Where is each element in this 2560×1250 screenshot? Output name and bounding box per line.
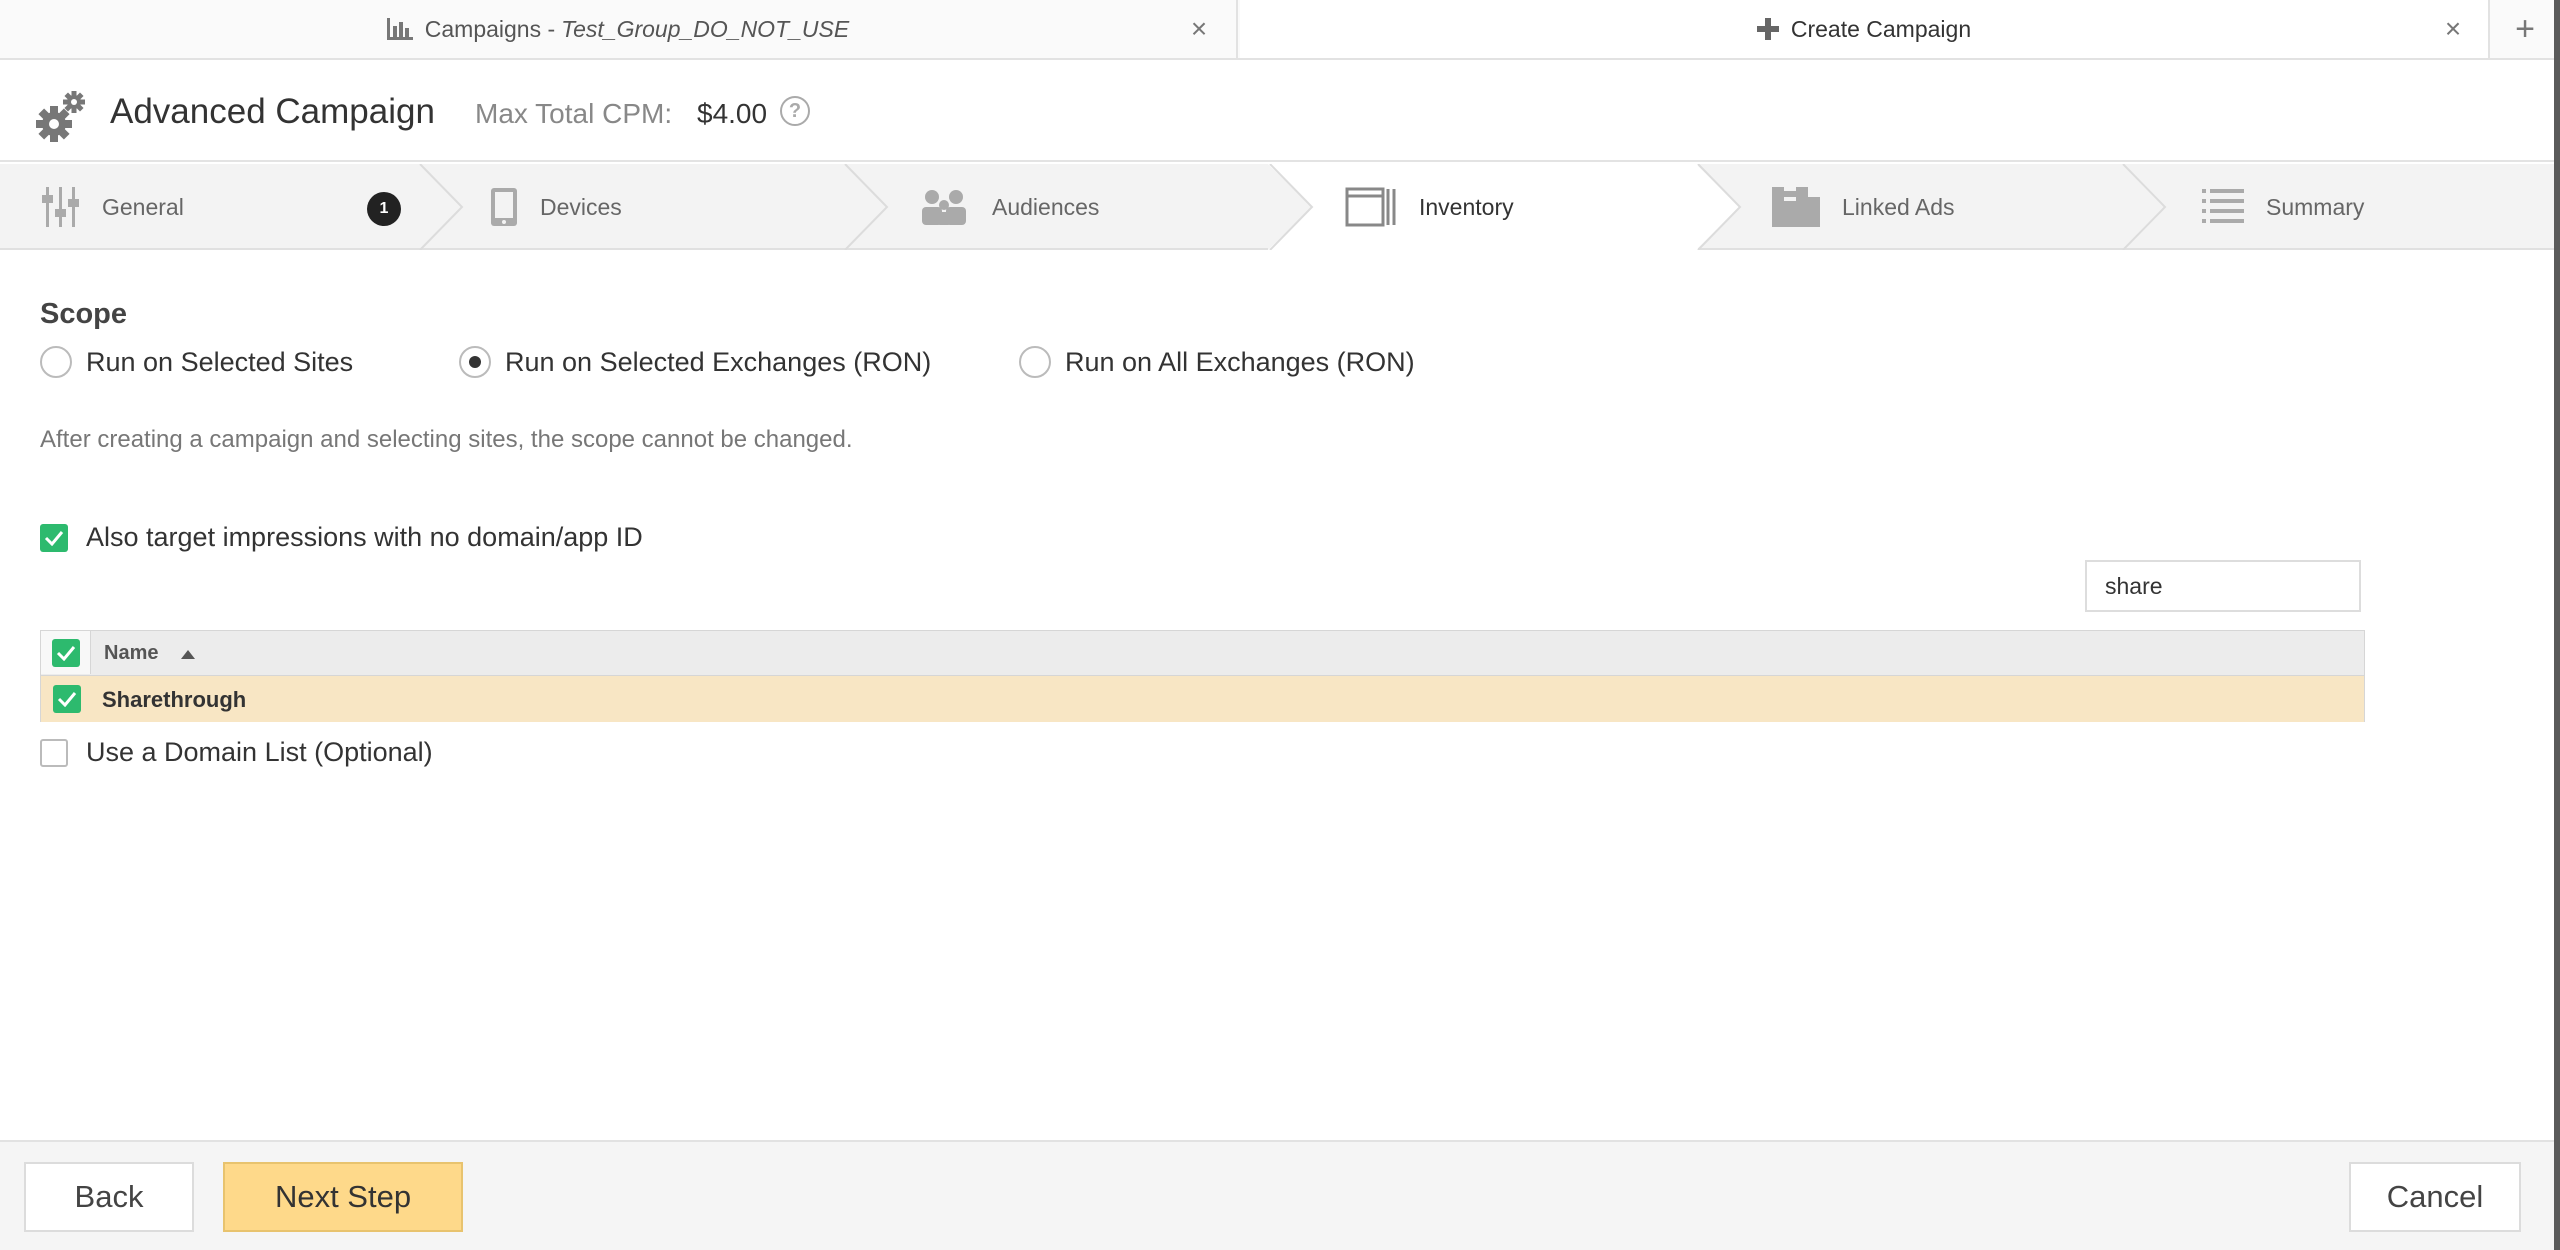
radio-label: Run on Selected Exchanges (RON) xyxy=(505,346,932,377)
step-general-label: General xyxy=(102,193,184,220)
grid-header: Name xyxy=(40,630,2365,676)
step-general-badge: 1 xyxy=(367,192,401,226)
tab-campaigns-group: Test_Group_DO_NOT_USE xyxy=(561,15,850,42)
radio-all-exchanges[interactable]: Run on All Exchanges (RON) xyxy=(1019,346,1415,378)
checkbox-unchecked[interactable] xyxy=(40,738,68,767)
step-summary-label: Summary xyxy=(2266,193,2365,220)
phone-icon xyxy=(490,187,518,227)
tab-create-campaign-label: Create Campaign xyxy=(1790,15,1972,42)
step-audiences[interactable]: Audiences xyxy=(920,164,1099,250)
tab-campaigns-label: Campaigns - xyxy=(424,15,556,42)
sliders-icon xyxy=(42,187,80,227)
step-audiences-label: Audiences xyxy=(992,193,1100,220)
max-cpm-label: Max Total CPM: xyxy=(475,98,673,129)
radio-button[interactable] xyxy=(1019,346,1051,378)
step-linked-ads[interactable]: Linked Ads xyxy=(1772,164,1955,250)
list-icon xyxy=(2202,189,2244,225)
radio-label: Run on Selected Sites xyxy=(86,346,354,377)
max-cpm-value: $4.00 xyxy=(697,98,768,129)
step-separator xyxy=(419,164,464,250)
tab-create-campaign[interactable]: Create Campaign × xyxy=(1240,0,2490,58)
step-separator xyxy=(1696,164,1742,250)
select-all-cell xyxy=(41,631,91,674)
search-input[interactable] xyxy=(2085,560,2361,612)
radio-button[interactable] xyxy=(40,346,72,378)
step-summary[interactable]: Summary xyxy=(2202,164,2364,250)
window-icon xyxy=(1345,187,1397,227)
step-inventory[interactable]: Inventory xyxy=(1345,164,1514,250)
gears-icon xyxy=(36,91,85,142)
no-domain-checkbox-row[interactable]: Also target impressions with no domain/a… xyxy=(40,522,643,553)
domain-list-checkbox-row[interactable]: Use a Domain List (Optional) xyxy=(40,737,433,768)
wizard-steps: General 1 Devices Audiences Inventory Li… xyxy=(0,164,2554,250)
radio-label: Run on All Exchanges (RON) xyxy=(1065,346,1415,377)
step-separator xyxy=(844,164,889,250)
row-checkbox[interactable] xyxy=(53,685,81,713)
next-step-button[interactable]: Next Step xyxy=(223,1162,463,1232)
step-linked-ads-label: Linked Ads xyxy=(1842,193,1955,220)
no-domain-checkbox-label: Also target impressions with no domain/a… xyxy=(86,522,643,552)
table-row[interactable]: Sharethrough xyxy=(40,676,2365,722)
tab-campaigns[interactable]: Campaigns - Test_Group_DO_NOT_USE × xyxy=(0,0,1238,58)
cancel-button[interactable]: Cancel xyxy=(2349,1162,2521,1232)
checkbox-checked[interactable] xyxy=(40,523,68,552)
radio-button[interactable] xyxy=(459,346,491,378)
footer-bar: Back Next Step Cancel xyxy=(0,1140,2560,1250)
tab-bar: Campaigns - Test_Group_DO_NOT_USE × Crea… xyxy=(0,0,2560,60)
radio-selected-sites[interactable]: Run on Selected Sites xyxy=(40,346,353,378)
domain-list-checkbox-label: Use a Domain List (Optional) xyxy=(86,737,433,767)
window-edge xyxy=(2554,0,2560,1250)
exchange-grid: Name Sharethrough xyxy=(40,630,2365,726)
column-header-name[interactable]: Name xyxy=(104,642,158,665)
step-devices[interactable]: Devices xyxy=(490,164,622,250)
radio-selected-exchanges[interactable]: Run on Selected Exchanges (RON) xyxy=(459,346,931,378)
page-header: Advanced Campaign Max Total CPM: $4.00 ? xyxy=(0,60,2560,162)
select-all-checkbox[interactable] xyxy=(51,638,80,667)
plus-icon xyxy=(1756,18,1779,40)
scope-note: After creating a campaign and selecting … xyxy=(40,426,853,453)
close-icon[interactable]: × xyxy=(1184,13,1214,44)
row-name: Sharethrough xyxy=(102,687,247,712)
blocks-icon xyxy=(1772,187,1820,227)
new-tab-button[interactable]: + xyxy=(2490,0,2560,58)
bar-chart-icon xyxy=(386,18,413,40)
sort-ascending-icon[interactable] xyxy=(181,650,195,659)
scope-title: Scope xyxy=(40,298,128,330)
help-icon[interactable]: ? xyxy=(780,96,810,126)
people-icon xyxy=(920,189,970,225)
back-button[interactable]: Back xyxy=(24,1162,194,1232)
step-devices-label: Devices xyxy=(540,193,622,220)
step-general[interactable]: General xyxy=(42,164,184,250)
step-separator xyxy=(2122,164,2167,250)
step-separator xyxy=(1268,164,1314,250)
close-icon[interactable]: × xyxy=(2438,13,2468,44)
step-inventory-label: Inventory xyxy=(1419,193,1514,220)
page-title: Advanced Campaign xyxy=(110,92,435,131)
